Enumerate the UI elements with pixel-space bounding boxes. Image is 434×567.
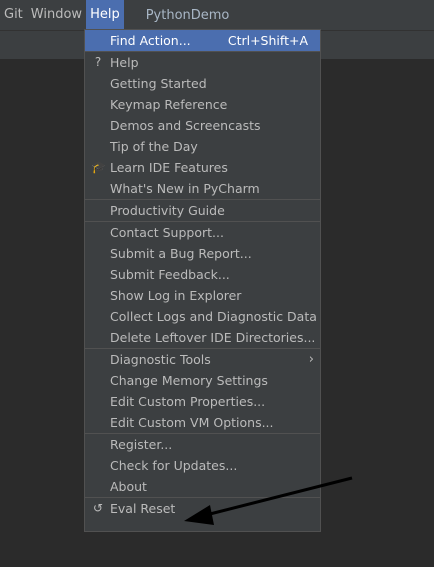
menu-item-show-log-in-explorer[interactable]: Show Log in Explorer xyxy=(85,285,320,306)
menu-item-demos-and-screencasts[interactable]: Demos and Screencasts xyxy=(85,115,320,136)
menu-item-keymap-reference[interactable]: Keymap Reference xyxy=(85,94,320,115)
menu-item-label: Submit a Bug Report... xyxy=(110,246,252,261)
menu-item-label: Help xyxy=(110,55,139,70)
project-name: PythonDemo xyxy=(145,7,230,23)
menu-item-label: Tip of the Day xyxy=(110,139,198,154)
help-menu-dropdown: Find Action... Ctrl+Shift+A? Help Getting S… xyxy=(84,29,321,532)
menu-item-find-action[interactable]: Find Action... Ctrl+Shift+A xyxy=(85,30,320,51)
menu-group: Register... Check for Updates... About xyxy=(85,434,320,498)
menu-item-edit-custom-properties[interactable]: Edit Custom Properties... xyxy=(85,391,320,412)
menu-item-tip-of-the-day[interactable]: Tip of the Day xyxy=(85,136,320,157)
menu-group: Contact Support... Submit a Bug Report...… xyxy=(85,222,320,349)
menu-item-label: Getting Started xyxy=(110,76,207,91)
undo-icon: ↺ xyxy=(92,501,104,515)
menu-item-label: Submit Feedback... xyxy=(110,267,230,282)
menu-group: Productivity Guide xyxy=(85,200,320,222)
menu-git[interactable]: Git xyxy=(0,0,27,30)
help-icon: ? xyxy=(94,55,102,69)
menu-item-label: Learn IDE Features xyxy=(110,160,228,175)
menu-item-register[interactable]: Register... xyxy=(85,434,320,455)
menu-item-label: Edit Custom VM Options... xyxy=(110,415,274,430)
menu-item-label: Change Memory Settings xyxy=(110,373,268,388)
menu-item-submit-a-bug-report[interactable]: Submit a Bug Report... xyxy=(85,243,320,264)
menu-item-label: Collect Logs and Diagnostic Data xyxy=(110,309,317,324)
menu-item-label: Keymap Reference xyxy=(110,97,228,112)
menu-item-submit-feedback[interactable]: Submit Feedback... xyxy=(85,264,320,285)
menu-item-productivity-guide[interactable]: Productivity Guide xyxy=(85,200,320,221)
menu-item-check-for-updates[interactable]: Check for Updates... xyxy=(85,455,320,476)
menu-item-collect-logs-and-diagnostic-data[interactable]: Collect Logs and Diagnostic Data xyxy=(85,306,320,327)
menu-item-label: Show Log in Explorer xyxy=(110,288,242,303)
menu-bar: Git Window Help PythonDemo xyxy=(0,0,434,30)
menu-item-label: Productivity Guide xyxy=(110,203,225,218)
menu-item-label: Diagnostic Tools xyxy=(110,352,211,367)
menu-item-label: Edit Custom Properties... xyxy=(110,394,266,409)
menu-item-help[interactable]: ? Help xyxy=(85,52,320,73)
menu-item-change-memory-settings[interactable]: Change Memory Settings xyxy=(85,370,320,391)
menu-item-label: Check for Updates... xyxy=(110,458,238,473)
chevron-right-icon: › xyxy=(308,352,314,367)
menu-item-label: Contact Support... xyxy=(110,225,224,240)
menu-item-label: Find Action... xyxy=(110,33,191,48)
menu-item-label: About xyxy=(110,479,147,494)
menu-item-label: Delete Leftover IDE Directories... xyxy=(110,330,316,345)
menu-item-what-s-new-in-pycharm[interactable]: What's New in PyCharm xyxy=(85,178,320,199)
menu-item-eval-reset[interactable]: ↺ Eval Reset xyxy=(85,498,320,519)
menu-group: Find Action... Ctrl+Shift+A xyxy=(85,30,320,52)
menu-item-getting-started[interactable]: Getting Started xyxy=(85,73,320,94)
menu-item-contact-support[interactable]: Contact Support... xyxy=(85,222,320,243)
menu-group: ? Help Getting Started Keymap Reference Demo… xyxy=(85,52,320,200)
menu-group: Diagnostic Tools › Change Memory Settings E… xyxy=(85,349,320,434)
menu-window[interactable]: Window xyxy=(27,0,86,30)
menu-item-edit-custom-vm-options[interactable]: Edit Custom VM Options... xyxy=(85,412,320,433)
menu-item-label: Register... xyxy=(110,437,173,452)
graduation-cap-icon: 🎓 xyxy=(91,160,106,174)
shortcut-label: Ctrl+Shift+A xyxy=(227,33,308,48)
menu-item-label: Eval Reset xyxy=(110,501,176,516)
menu-item-label: What's New in PyCharm xyxy=(110,181,260,196)
menu-item-delete-leftover-ide-directories[interactable]: Delete Leftover IDE Directories... xyxy=(85,327,320,348)
menu-item-label: Demos and Screencasts xyxy=(110,118,261,133)
menu-item-diagnostic-tools[interactable]: Diagnostic Tools › xyxy=(85,349,320,370)
menu-item-about[interactable]: About xyxy=(85,476,320,497)
menu-group: ↺ Eval Reset xyxy=(85,498,320,519)
menu-item-learn-ide-features[interactable]: 🎓 Learn IDE Features xyxy=(85,157,320,178)
menu-help[interactable]: Help xyxy=(86,0,124,30)
